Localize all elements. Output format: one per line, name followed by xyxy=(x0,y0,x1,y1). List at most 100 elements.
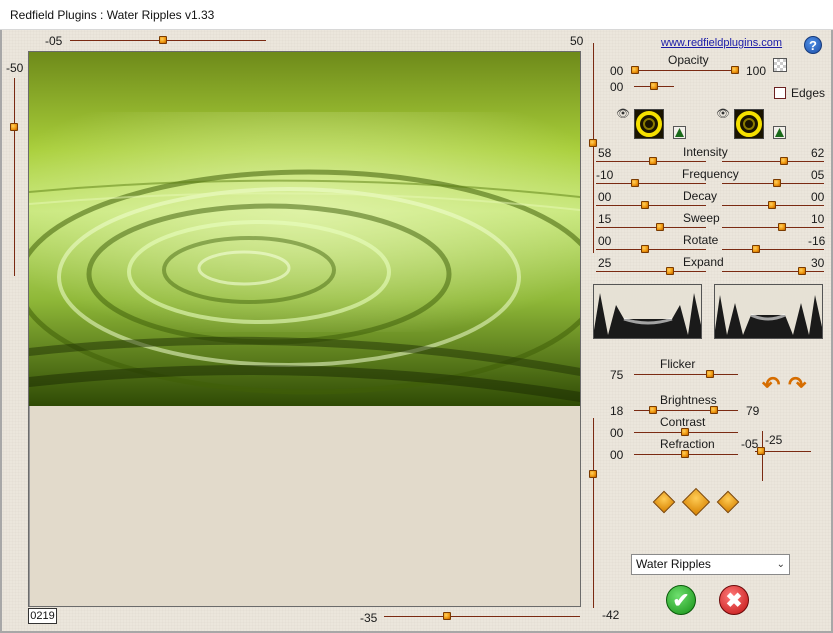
expand-right-track[interactable] xyxy=(722,271,824,272)
right-slider-top-thumb[interactable] xyxy=(589,139,597,147)
right-slider-bottom-thumb[interactable] xyxy=(589,470,597,478)
cancel-button[interactable]: ✖ xyxy=(719,585,749,615)
xy-vertical-track[interactable] xyxy=(762,431,763,481)
color-swatch-right[interactable] xyxy=(734,109,764,139)
frequency-right-thumb[interactable] xyxy=(773,179,781,187)
intensity-left-thumb[interactable] xyxy=(649,157,657,165)
top-slider-value: -05 xyxy=(45,34,63,48)
top-slider-track[interactable] xyxy=(70,40,266,41)
bottom-slider-thumb[interactable] xyxy=(443,612,451,620)
opacity-thumb-left[interactable] xyxy=(631,66,639,74)
ok-button[interactable]: ✔ xyxy=(666,585,696,615)
frequency-left-thumb[interactable] xyxy=(631,179,639,187)
brightness-right-value: 79 xyxy=(746,404,760,418)
edges-checkbox[interactable] xyxy=(774,87,786,99)
intensity-label: Intensity xyxy=(683,145,728,159)
left-slider-value: -50 xyxy=(6,61,24,75)
preview-canvas[interactable] xyxy=(28,51,581,607)
opacity-label: Opacity xyxy=(668,53,709,67)
waveform-graph-right[interactable] xyxy=(714,284,823,339)
frame-counter[interactable]: 0219 xyxy=(28,608,57,624)
expand-right-value: 30 xyxy=(811,256,825,270)
flicker-value: 75 xyxy=(610,368,624,382)
expand-right-thumb[interactable] xyxy=(798,267,806,275)
xy-y-value: -25 xyxy=(765,433,783,447)
sweep-left-thumb[interactable] xyxy=(656,223,664,231)
rotate-left-track[interactable] xyxy=(596,249,706,250)
website-link[interactable]: www.redfieldplugins.com xyxy=(661,37,782,49)
opacity-track[interactable] xyxy=(634,70,738,71)
opacity-thumb-right[interactable] xyxy=(731,66,739,74)
expand-left-thumb[interactable] xyxy=(666,267,674,275)
frequency-left-track[interactable] xyxy=(596,183,706,184)
expand-left-value: 25 xyxy=(598,256,612,270)
waveform-graph-left[interactable] xyxy=(593,284,702,339)
sweep-left-track[interactable] xyxy=(596,227,706,228)
contrast-value: 00 xyxy=(610,426,624,440)
decay-left-value: 00 xyxy=(598,190,612,204)
frequency-label: Frequency xyxy=(682,167,739,181)
preset-dropdown[interactable]: Water Ripples ⌄ xyxy=(631,554,790,575)
refraction-label: Refraction xyxy=(660,437,715,451)
refraction-value: 00 xyxy=(610,448,624,462)
refraction-thumb[interactable] xyxy=(681,450,689,458)
left-slider-track[interactable] xyxy=(14,78,15,276)
expand-label: Expand xyxy=(683,255,724,269)
contrast-thumb[interactable] xyxy=(681,428,689,436)
decay-right-thumb[interactable] xyxy=(768,201,776,209)
opacity-second-thumb[interactable] xyxy=(650,82,658,90)
intensity-right-track[interactable] xyxy=(722,161,824,162)
sweep-right-track[interactable] xyxy=(722,227,824,228)
opacity-second-value: 00 xyxy=(610,80,624,94)
rotate-right-value: -16 xyxy=(808,234,826,248)
flicker-thumb[interactable] xyxy=(706,370,714,378)
brightness-thumb-left[interactable] xyxy=(649,406,657,414)
xy-thumb[interactable] xyxy=(757,447,765,455)
rotate-left-value: 00 xyxy=(598,234,612,248)
sweep-label: Sweep xyxy=(683,211,720,225)
left-slider-thumb[interactable] xyxy=(10,123,18,131)
rotate-right-track[interactable] xyxy=(722,249,824,250)
sweep-left-value: 15 xyxy=(598,212,612,226)
flicker-track[interactable] xyxy=(634,374,738,375)
brightness-thumb-right[interactable] xyxy=(710,406,718,414)
eye-icon-right[interactable]: 👁 xyxy=(716,107,730,120)
top-slider-thumb[interactable] xyxy=(159,36,167,44)
top-slider-max: 50 xyxy=(570,34,584,48)
sweep-right-thumb[interactable] xyxy=(778,223,786,231)
tree-icon-left[interactable] xyxy=(673,126,686,139)
rotate-label: Rotate xyxy=(683,233,719,247)
tree-icon-right[interactable] xyxy=(773,126,786,139)
color-swatch-left[interactable] xyxy=(634,109,664,139)
decay-left-thumb[interactable] xyxy=(641,201,649,209)
preset-selected: Water Ripples xyxy=(636,557,711,571)
rotate-right-icon[interactable]: ↷ xyxy=(788,372,806,398)
frequency-right-value: 05 xyxy=(811,168,825,182)
intensity-right-value: 62 xyxy=(811,146,825,160)
decay-right-value: 00 xyxy=(811,190,825,204)
brightness-label: Brightness xyxy=(660,393,717,407)
transparency-icon[interactable] xyxy=(773,58,787,72)
right-slider-top-track[interactable] xyxy=(593,43,594,253)
chevron-down-icon: ⌄ xyxy=(776,559,785,570)
xy-x-value: -05 xyxy=(741,437,759,451)
eye-icon-left[interactable]: 👁 xyxy=(616,107,630,120)
window-title: Redfield Plugins : Water Ripples v1.33 xyxy=(0,0,833,30)
rotate-left-icon[interactable]: ↶ xyxy=(762,372,780,398)
intensity-left-value: 58 xyxy=(598,146,612,160)
opacity-min: 00 xyxy=(610,64,624,78)
right-slider-value: -42 xyxy=(602,608,620,622)
help-icon[interactable]: ? xyxy=(804,36,822,54)
rotate-left-thumb[interactable] xyxy=(641,245,649,253)
bottom-slider-track[interactable] xyxy=(384,616,580,617)
intensity-right-thumb[interactable] xyxy=(780,157,788,165)
flicker-label: Flicker xyxy=(660,357,696,371)
edges-label: Edges xyxy=(791,86,826,100)
decay-label: Decay xyxy=(683,189,718,203)
opacity-max: 100 xyxy=(746,64,767,78)
right-slider-bottom-track[interactable] xyxy=(593,418,594,608)
expand-left-track[interactable] xyxy=(596,271,706,272)
decay-left-track[interactable] xyxy=(596,205,706,206)
brightness-left-value: 18 xyxy=(610,404,624,418)
rotate-right-thumb[interactable] xyxy=(752,245,760,253)
